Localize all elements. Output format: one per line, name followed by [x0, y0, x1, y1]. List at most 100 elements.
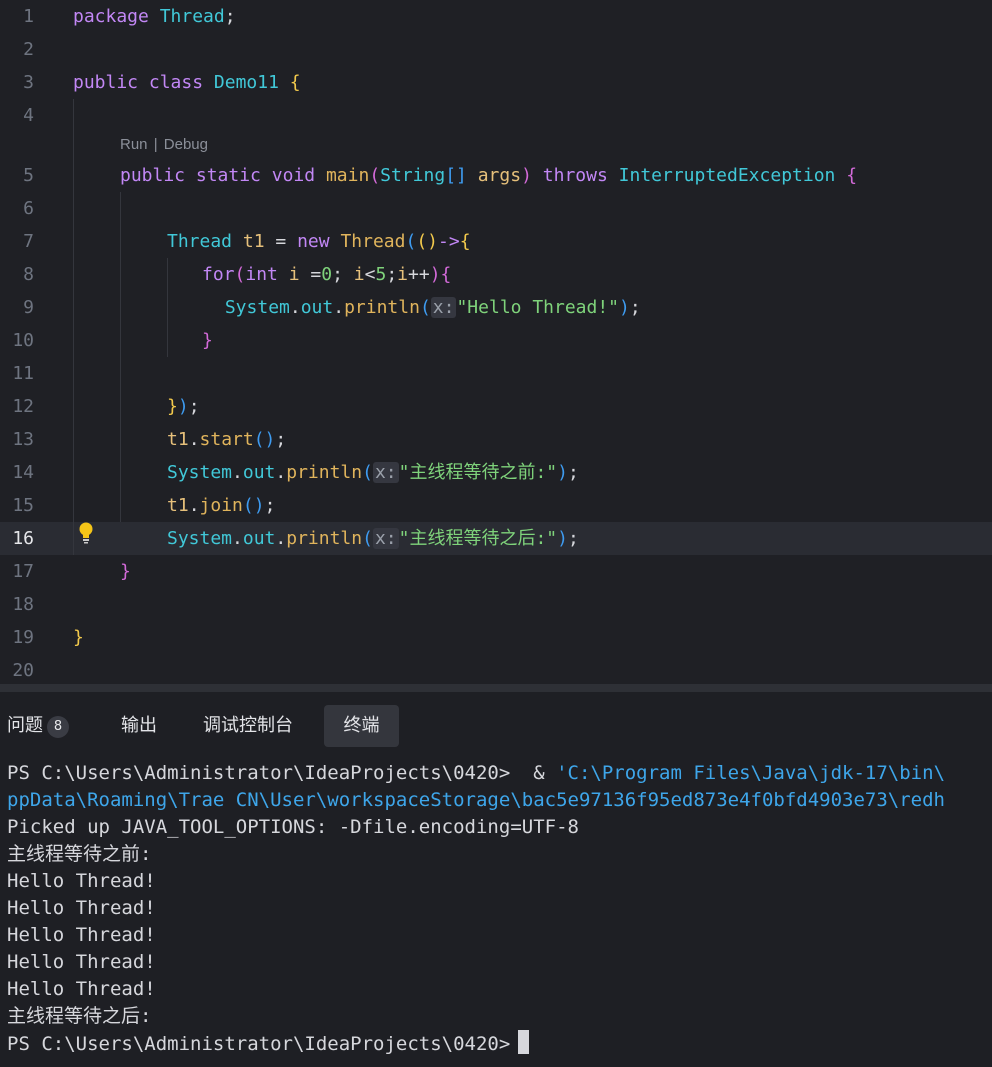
code-token: Thread — [159, 6, 225, 27]
code-token: void — [271, 165, 316, 186]
code-token: } — [202, 330, 213, 351]
line-number[interactable]: 4 — [0, 99, 34, 132]
code-line[interactable]: 6 — [0, 192, 992, 225]
bottom-panel: 问题 8 输出 调试控制台 终端 PS C:\Users\Administrato… — [0, 692, 992, 1067]
code-line[interactable]: 4 — [0, 99, 992, 132]
line-number[interactable]: 8 — [0, 258, 34, 291]
terminal-line: 主线程等待之前: — [7, 843, 152, 865]
line-number[interactable]: 13 — [0, 423, 34, 456]
code-line[interactable]: 8 for(int i =0; i<5;i++){ — [0, 258, 992, 291]
line-number[interactable]: 10 — [0, 324, 34, 357]
debug-codelens[interactable]: Debug — [164, 136, 208, 153]
tab-debug-console[interactable]: 调试控制台 — [203, 705, 303, 747]
code-token: ( — [369, 165, 381, 186]
code-line[interactable]: 17} — [0, 555, 992, 588]
terminal-line: Hello Thread! — [7, 978, 156, 1000]
code-line[interactable]: 10} — [0, 324, 992, 357]
line-number[interactable]: 7 — [0, 225, 34, 258]
line-number[interactable]: 16 — [0, 522, 34, 555]
code-token: . — [275, 528, 287, 549]
code-line[interactable]: 15 t1.join(); — [0, 489, 992, 522]
code-token: out — [242, 528, 276, 549]
code-line[interactable]: 11 — [0, 357, 992, 390]
tab-output[interactable]: 输出 — [121, 705, 165, 747]
code-token: . — [188, 495, 200, 516]
terminal-line: 主线程等待之后: — [7, 1005, 152, 1027]
code-token: System — [167, 528, 233, 549]
code-line[interactable]: 1 package Thread; — [0, 0, 992, 33]
code-token: ( — [234, 264, 246, 285]
terminal-line: Picked up JAVA_TOOL_OPTIONS: -Dfile.enco… — [7, 816, 579, 838]
code-token: Demo11 — [213, 72, 279, 93]
code-line[interactable]: 2 — [0, 33, 992, 66]
tab-problems[interactable]: 问题 8 — [7, 705, 81, 747]
code-token: "Hello Thread!" — [456, 297, 620, 318]
code-text: } — [73, 621, 84, 654]
code-token: = — [299, 264, 322, 285]
code-token: [] — [445, 165, 467, 186]
code-token: out — [300, 297, 334, 318]
code-line[interactable]: 13 t1.start(); — [0, 423, 992, 456]
line-number[interactable]: 6 — [0, 192, 34, 225]
code-line[interactable]: 19} — [0, 621, 992, 654]
code-line[interactable]: 9 System.out.println(x: "Hello Thread!"); — [0, 291, 992, 324]
parameter-hint: x: — [430, 297, 457, 318]
code-token: InterruptedException — [618, 165, 836, 186]
terminal-prompt-line: PS C:\Users\Administrator\IdeaProjects\0… — [7, 1030, 530, 1057]
line-number[interactable]: 19 — [0, 621, 34, 654]
code-line[interactable]: 5 public static void main(String[] args) … — [0, 159, 992, 192]
code-line[interactable]: 7 Thread t1 = new Thread(()->{ — [0, 225, 992, 258]
tab-output-label: 输出 — [121, 715, 157, 736]
code-token: start — [199, 429, 254, 450]
line-number[interactable]: 20 — [0, 654, 34, 684]
line-number[interactable]: 9 — [0, 291, 34, 324]
line-number[interactable]: 5 — [0, 159, 34, 192]
code-token: 0 — [321, 264, 333, 285]
line-number[interactable]: 3 — [0, 66, 34, 99]
code-token: { — [846, 165, 858, 186]
code-token: Thread — [340, 231, 406, 252]
code-text: for(int i =0; i<5;i++){ — [202, 258, 451, 291]
panel-divider[interactable] — [0, 684, 992, 692]
code-line[interactable]: 16 System.out.println(x: "主线程等待之后:"); — [0, 522, 992, 555]
code-token: new — [297, 231, 330, 252]
line-number[interactable]: 18 — [0, 588, 34, 621]
terminal-line: Hello Thread! — [7, 924, 156, 946]
code-text: package Thread; — [73, 0, 236, 33]
code-editor[interactable]: 20 19} 18 17} 16 System.out.println(x: "主线程等待之… — [0, 0, 992, 684]
terminal-line: PS C:\Users\Administrator\IdeaProjects\0… — [7, 760, 945, 787]
code-token: . — [289, 297, 301, 318]
line-number[interactable]: 17 — [0, 555, 34, 588]
line-number[interactable]: 14 — [0, 456, 34, 489]
code-token: join — [199, 495, 243, 516]
terminal-line: Hello Thread! — [7, 897, 156, 919]
run-codelens[interactable]: Run — [120, 136, 148, 153]
line-number[interactable]: 15 — [0, 489, 34, 522]
code-text: }); — [167, 390, 200, 423]
code-token: ( — [362, 462, 373, 483]
code-line[interactable]: 18 — [0, 588, 992, 621]
code-line[interactable]: 3 public class Demo11 { — [0, 66, 992, 99]
code-token: System — [167, 462, 233, 483]
line-number[interactable]: 12 — [0, 390, 34, 423]
line-number[interactable]: 11 — [0, 357, 34, 390]
code-line[interactable]: 14 System.out.println(x: "主线程等待之前:"); — [0, 456, 992, 489]
code-line[interactable]: 20 — [0, 654, 992, 684]
line-number[interactable]: 1 — [0, 0, 34, 33]
line-number[interactable]: 2 — [0, 33, 34, 66]
code-text: public class Demo11 { — [73, 66, 301, 99]
tab-terminal[interactable]: 终端 — [324, 705, 399, 747]
code-token: () — [253, 429, 276, 450]
indent-guide — [120, 192, 121, 522]
code-token: ; — [567, 528, 579, 549]
code-text: System.out.println(x: "主线程等待之前:"); — [167, 456, 579, 489]
code-text: public static void main(String[] args) t… — [120, 159, 857, 192]
code-line[interactable]: 12}); — [0, 390, 992, 423]
lightbulb-icon[interactable] — [78, 521, 94, 545]
